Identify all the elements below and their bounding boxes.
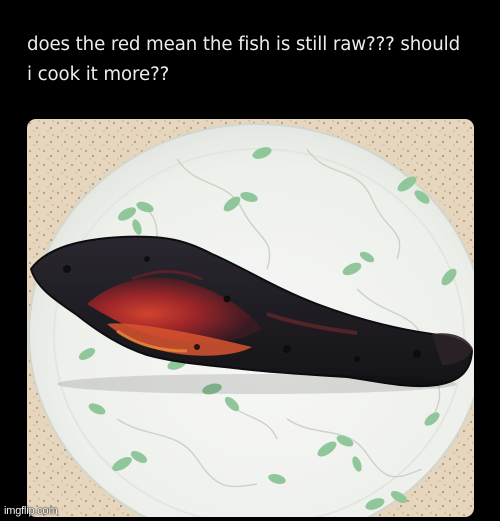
post-caption: does the red mean the fish is still raw?… [27, 30, 477, 90]
imgflip-watermark: imgflip.com [4, 505, 58, 517]
caption-line-2: i cook it more?? [27, 64, 170, 85]
caption-line-1: does the red mean the fish is still raw?… [27, 34, 461, 55]
fish-photo [27, 119, 474, 517]
